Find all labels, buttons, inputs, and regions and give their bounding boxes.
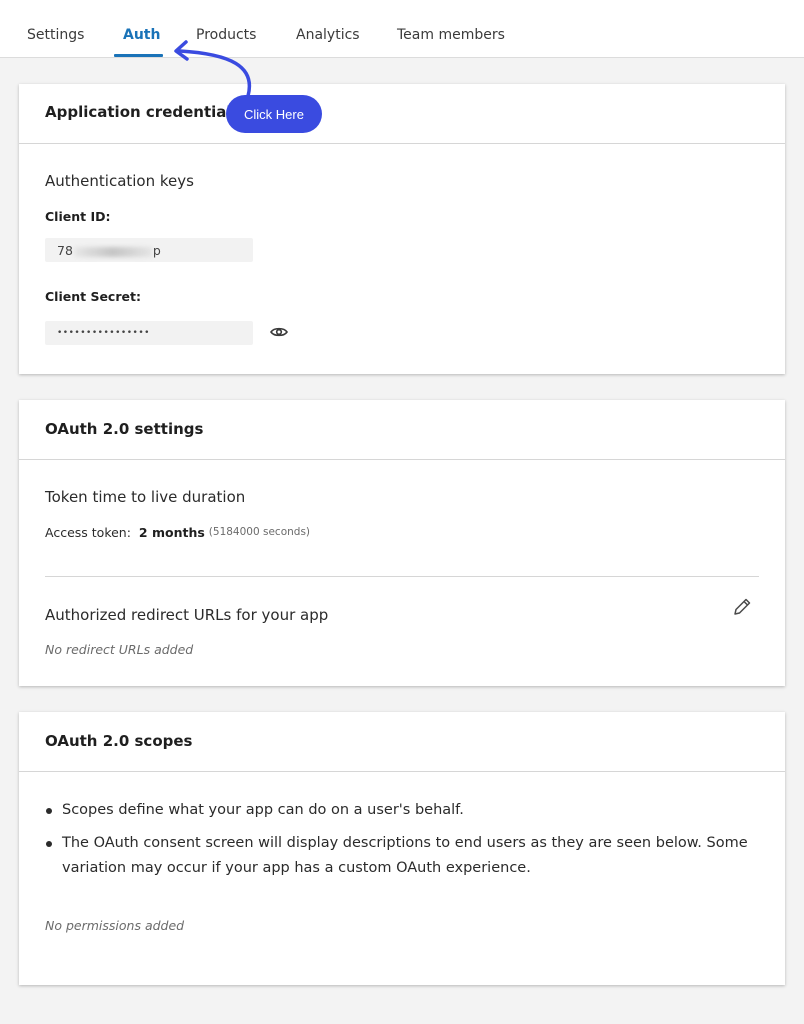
scopes-info-list: Scopes define what your app can do on a … — [45, 798, 765, 889]
card-header: OAuth 2.0 settings — [19, 400, 785, 460]
click-here-label: Click Here — [244, 106, 304, 122]
tab-auth[interactable]: Auth — [123, 27, 160, 43]
list-item: Scopes define what your app can do on a … — [45, 798, 765, 823]
access-token-label: Access token: — [45, 525, 131, 540]
access-token-row: Access token: 2 months (5184000 seconds) — [45, 525, 310, 540]
pencil-icon[interactable] — [731, 596, 753, 618]
client-id-field[interactable]: 78 p — [45, 238, 253, 262]
divider — [45, 576, 759, 577]
eye-icon[interactable] — [269, 324, 289, 340]
oauth-scopes-card: OAuth 2.0 scopes Scopes define what your… — [19, 712, 785, 985]
client-secret-value: •••••••••••••••• — [57, 328, 150, 338]
redacted-mask — [73, 246, 152, 257]
client-id-prefix: 78 — [57, 243, 73, 258]
access-token-seconds: (5184000 seconds) — [208, 526, 311, 538]
list-item: The OAuth consent screen will display de… — [45, 831, 765, 881]
access-token-value: 2 months — [138, 525, 205, 540]
application-credentials-card: Application credentials Authentication k… — [19, 84, 785, 374]
callout-arrow-icon — [174, 40, 252, 98]
client-secret-label: Client Secret: — [45, 289, 141, 304]
client-id-suffix: p — [152, 243, 161, 258]
oauth-settings-card: OAuth 2.0 settings Token time to live du… — [19, 400, 785, 686]
click-here-callout[interactable]: Click Here — [226, 95, 322, 133]
client-id-label: Client ID: — [45, 209, 111, 224]
tab-bar: Settings Auth Products Analytics Team me… — [0, 0, 804, 58]
permissions-empty-text: No permissions added — [45, 918, 185, 933]
active-tab-indicator — [114, 54, 163, 57]
section-title-redirect-urls: Authorized redirect URLs for your app — [45, 606, 329, 624]
redirect-empty-text: No redirect URLs added — [45, 642, 194, 657]
card-header: OAuth 2.0 scopes — [19, 712, 785, 772]
card-title: OAuth 2.0 settings — [45, 420, 204, 438]
card-header: Application credentials — [19, 84, 785, 144]
tab-settings[interactable]: Settings — [27, 27, 84, 43]
card-title: OAuth 2.0 scopes — [45, 732, 193, 750]
section-title-token-ttl: Token time to live duration — [45, 488, 246, 506]
client-secret-field[interactable]: •••••••••••••••• — [45, 321, 253, 345]
tab-analytics[interactable]: Analytics — [296, 27, 360, 43]
card-title: Application credentials — [45, 103, 241, 121]
tab-team-members[interactable]: Team members — [397, 27, 505, 43]
section-title-authentication-keys: Authentication keys — [45, 172, 194, 190]
